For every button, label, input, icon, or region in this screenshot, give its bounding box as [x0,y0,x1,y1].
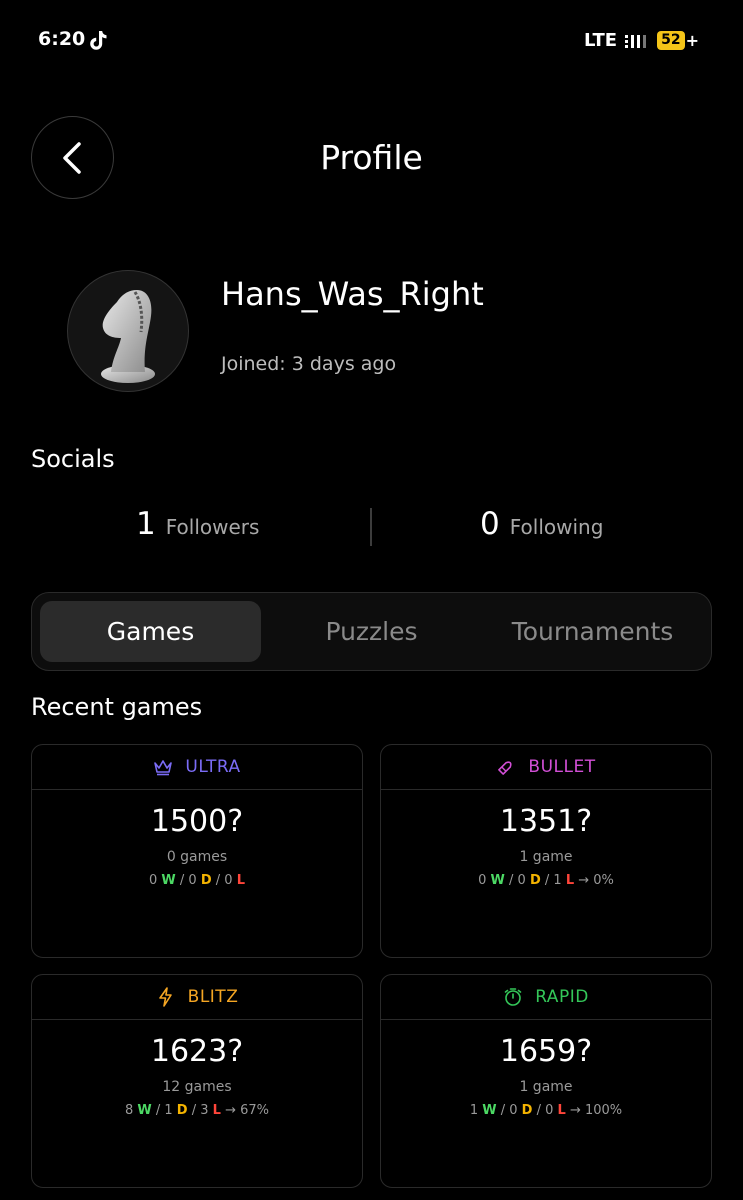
rating: 1659? [499,1034,593,1069]
recent-games-heading: Recent games [31,693,203,721]
network-type: LTE [584,30,618,51]
profile-tabs: Games Puzzles Tournaments [31,592,712,671]
win-draw-loss: 8 W / 1 D / 3 L → 67% [124,1103,270,1118]
games-count: 1 game [519,849,573,865]
win-draw-loss: 0 W / 0 D / 0 L [148,873,245,888]
battery-icon: 52 + [657,31,699,50]
game-card-ultra[interactable]: ULTRA 1500? 0 games 0 W / 0 D / 0 L [31,744,363,958]
joined-date: Joined: 3 days ago [221,353,397,375]
mode-label: BULLET [528,757,596,777]
battery-level: 52 [657,31,685,50]
crown-icon [154,760,173,776]
card-header: RAPID [381,975,711,1020]
status-time: 6:20 [38,28,86,50]
followers-count: 1 [136,506,156,542]
mode-label: RAPID [535,987,589,1007]
following-label: Following [509,515,604,539]
card-header: BULLET [381,745,711,790]
following-count: 0 [480,506,500,542]
username: Hans_Was_Right [221,275,484,313]
mode-label: ULTRA [185,757,241,777]
followers-label: Followers [165,515,260,539]
chess-knight-icon [101,290,155,383]
page-title: Profile [320,138,423,177]
games-count: 0 games [166,849,228,865]
rating: 1623? [150,1034,244,1069]
mode-label: BLITZ [187,987,239,1007]
followers-link[interactable]: 1 Followers [136,506,259,542]
games-count: 12 games [162,1079,232,1095]
win-draw-loss: 0 W / 0 D / 1 L → 0% [478,873,614,888]
tiktok-icon [90,31,107,50]
stopwatch-icon [504,988,522,1006]
status-bar: 6:20 LTE 52 + [0,0,743,80]
following-link[interactable]: 0 Following [480,506,603,542]
game-card-bullet[interactable]: BULLET 1351? 1 game 0 W / 0 D / 1 L → 0% [380,744,712,958]
social-divider [370,508,372,546]
battery-charging: + [685,31,699,50]
games-count: 1 game [519,1079,573,1095]
game-card-blitz[interactable]: BLITZ 1623? 12 games 8 W / 1 D / 3 L → 6… [31,974,363,1188]
avatar [67,270,189,392]
card-header: ULTRA [32,745,362,790]
tab-puzzles[interactable]: Puzzles [261,601,482,662]
win-draw-loss: 1 W / 0 D / 0 L → 100% [469,1103,623,1118]
status-indicators: LTE 52 + [584,30,699,51]
bullet-icon [498,761,512,775]
tab-games[interactable]: Games [40,601,261,662]
signal-icon [625,34,647,48]
tab-tournaments[interactable]: Tournaments [482,601,703,662]
rating: 1351? [499,804,593,839]
rating: 1500? [150,804,244,839]
socials-heading: Socials [31,445,115,473]
game-card-rapid[interactable]: RAPID 1659? 1 game 1 W / 0 D / 0 L → 100… [380,974,712,1188]
card-header: BLITZ [32,975,362,1020]
lightning-icon [158,987,172,1007]
